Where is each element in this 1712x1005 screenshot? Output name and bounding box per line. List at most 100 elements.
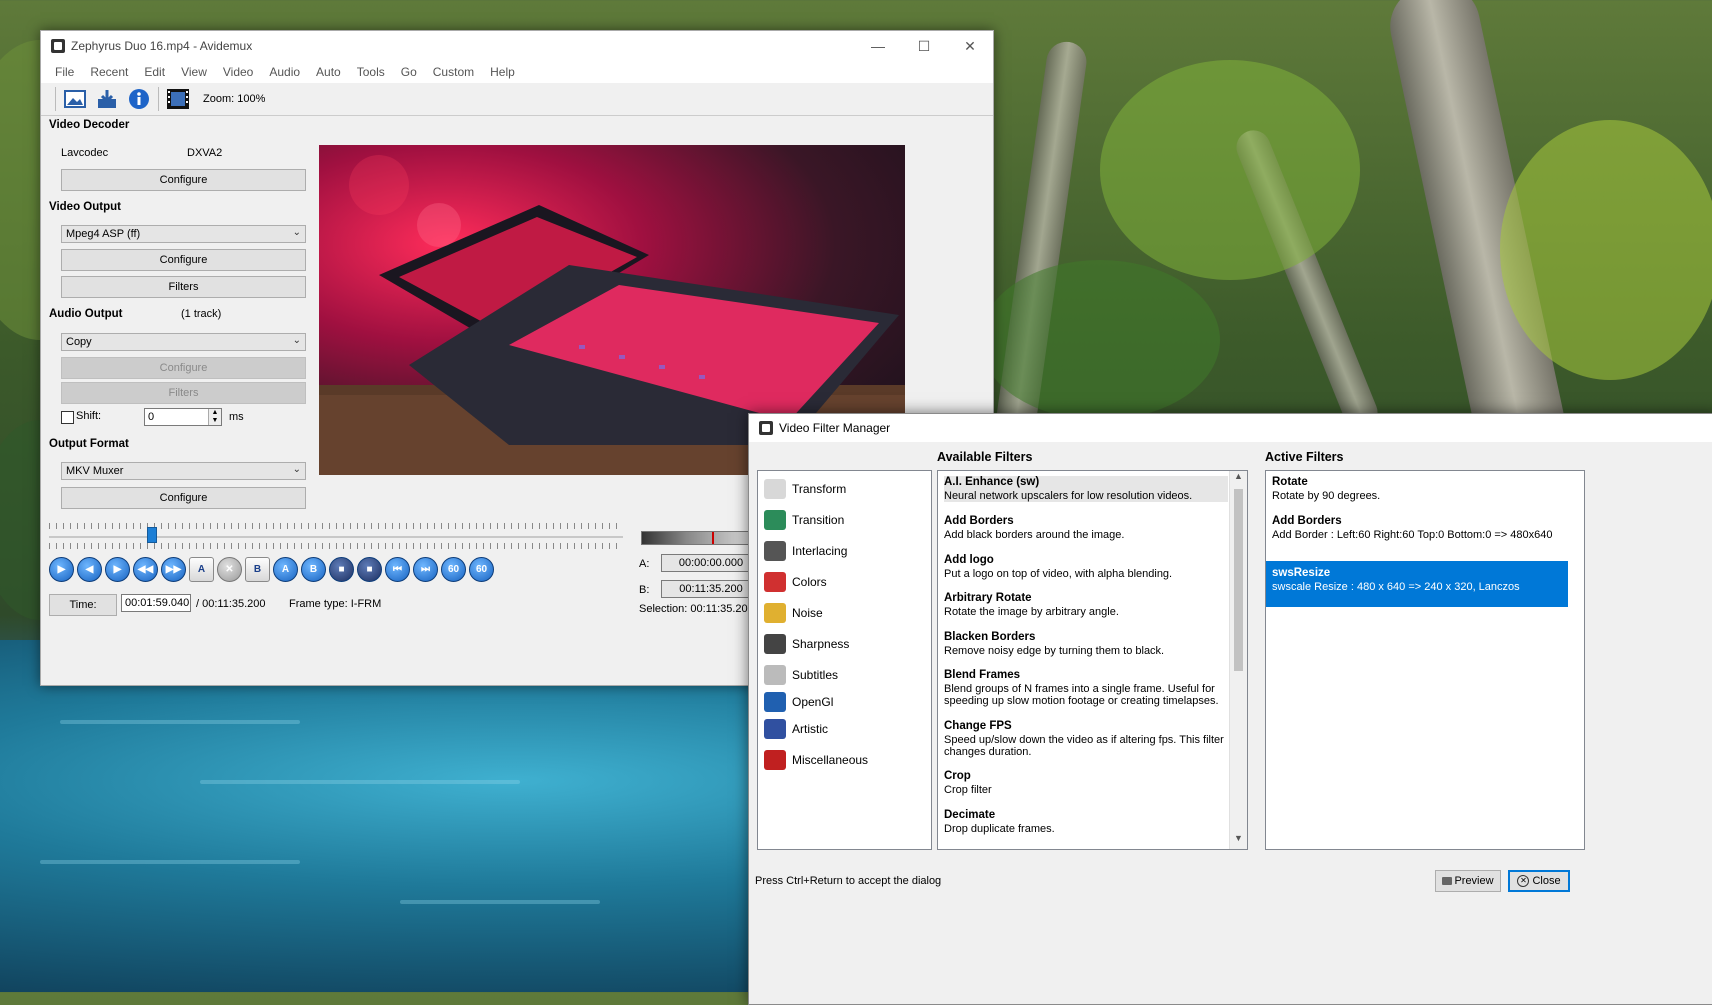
goto-end-button[interactable]: ⏭ (413, 557, 438, 582)
timeline-slider[interactable] (49, 523, 623, 549)
active-filter-item[interactable]: Rotate Rotate by 90 degrees. (1272, 476, 1562, 502)
available-filter-item[interactable]: Add logo Put a logo on top of video, with… (944, 554, 1228, 580)
zoom-label: Zoom: 100% (203, 93, 266, 105)
available-filter-item[interactable]: Crop Crop filter (944, 770, 1228, 796)
video-output-button[interactable] (165, 86, 191, 112)
available-list-scrollbar[interactable]: ▲ ▼ (1229, 471, 1247, 849)
category-subtitles[interactable]: Subtitles (764, 664, 838, 686)
chevron-down-icon: ⌄ (292, 335, 301, 346)
maximize-button[interactable]: ☐ (901, 31, 947, 61)
menu-recent[interactable]: Recent (82, 65, 136, 79)
category-noise[interactable]: Noise (764, 602, 823, 624)
preview-label: Preview (1454, 875, 1494, 887)
category-opengl[interactable]: OpenGl (764, 691, 833, 713)
open-file-button[interactable] (62, 86, 88, 112)
available-filter-item[interactable]: A.I. Enhance (sw) Neural network upscaler… (944, 476, 1228, 502)
minimize-button[interactable]: — (855, 31, 901, 61)
output-muxer-select[interactable]: MKV Muxer ⌄ (61, 462, 306, 480)
title-bar[interactable]: Zephyrus Duo 16.mp4 - Avidemux — ☐ ✕ (41, 31, 993, 61)
save-file-button[interactable] (94, 86, 120, 112)
category-interlacing[interactable]: Interlacing (764, 540, 847, 562)
available-filter-item[interactable]: Add Borders Add black borders around the … (944, 515, 1228, 541)
menu-custom[interactable]: Custom (425, 65, 482, 79)
slider-ticks-bottom (49, 543, 623, 549)
output-muxer-value: MKV Muxer (66, 465, 124, 477)
menu-view[interactable]: View (173, 65, 215, 79)
rewind-button[interactable]: ◀ (77, 557, 102, 582)
category-transition[interactable]: Transition (764, 509, 844, 531)
menu-tools[interactable]: Tools (349, 65, 393, 79)
goto-start-icon: ⏮ (393, 564, 402, 575)
decoder-configure-button[interactable]: Configure (61, 169, 306, 191)
prev-black-frame-button[interactable]: ■ (329, 557, 354, 582)
close-window-button[interactable]: ✕ (947, 31, 993, 61)
category-sharpness[interactable]: Sharpness (764, 633, 849, 655)
set-marker-a-icon: A (197, 564, 206, 575)
next-keyframe-icon: ▶▶ (165, 564, 182, 575)
audio-filters-button[interactable]: Filters (61, 382, 306, 404)
available-filter-item[interactable]: Change FPS Speed up/slow down the video a… (944, 720, 1228, 758)
category-colors[interactable]: Colors (764, 571, 827, 593)
active-filter-item[interactable]: swsResize swscale Resize : 480 x 640 => 2… (1266, 561, 1568, 607)
goto-marker-b-icon: B (309, 564, 318, 575)
output-format-title: Output Format (49, 438, 129, 450)
preview-button[interactable]: Preview (1435, 870, 1501, 892)
shift-checkbox[interactable] (61, 411, 74, 424)
current-time-input[interactable]: 00:01:59.040 (121, 594, 191, 612)
open-image-icon (64, 90, 86, 108)
marker-a-label: A: (639, 558, 650, 570)
slider-thumb[interactable] (147, 527, 157, 543)
close-label: Close (1532, 875, 1561, 887)
forward-button[interactable]: ▶ (105, 557, 130, 582)
properties-button[interactable] (126, 86, 152, 112)
next-black-frame-button[interactable]: ■ (357, 557, 382, 582)
category-transform[interactable]: Transform (764, 478, 846, 500)
menu-help[interactable]: Help (482, 65, 523, 79)
audio-codec-select[interactable]: Copy ⌄ (61, 333, 306, 351)
menu-auto[interactable]: Auto (308, 65, 349, 79)
scroll-thumb[interactable] (1234, 489, 1243, 671)
available-filter-item[interactable]: Decimate Drop duplicate frames. (944, 809, 1228, 835)
marker-b-field[interactable]: 00:11:35.200 (661, 580, 761, 598)
filter-description: Neural network upscalers for low resolut… (944, 490, 1193, 502)
scroll-down-icon[interactable]: ▼ (1230, 833, 1247, 849)
scroll-up-icon[interactable]: ▲ (1230, 471, 1247, 487)
back-60-button[interactable]: 60 (441, 557, 466, 582)
goto-marker-b-button[interactable]: B (301, 557, 326, 582)
goto-start-button[interactable]: ⏮ (385, 557, 410, 582)
category-artistic[interactable]: Artistic (764, 718, 828, 740)
time-button[interactable]: Time: (49, 594, 117, 616)
available-filter-item[interactable]: Blend Frames Blend groups of N frames int… (944, 669, 1228, 707)
category-miscellaneous[interactable]: Miscellaneous (764, 749, 868, 771)
shift-spinbox[interactable]: 0 ▲ ▼ (144, 408, 222, 426)
audio-configure-button[interactable]: Configure (61, 357, 306, 379)
goto-marker-a-button[interactable]: A (273, 557, 298, 582)
filter-description: swscale Resize : 480 x 640 => 240 x 320,… (1272, 581, 1520, 593)
video-configure-button[interactable]: Configure (61, 249, 306, 271)
close-button[interactable]: ✕ Close (1508, 870, 1570, 892)
delete-button[interactable]: ✕ (217, 557, 242, 582)
active-filter-item[interactable]: Add Borders Add Border : Left:60 Right:60… (1272, 515, 1562, 541)
marker-a-field[interactable]: 00:00:00.000 (661, 554, 761, 572)
available-filter-item[interactable]: Blacken Borders Remove noisy edge by turn… (944, 631, 1228, 657)
forward-60-button[interactable]: 60 (469, 557, 494, 582)
back-keyframe-button[interactable]: ◀◀ (133, 557, 158, 582)
spin-arrows-icon[interactable]: ▲ ▼ (208, 409, 221, 425)
filter-manager-title-bar[interactable]: Video Filter Manager (749, 414, 1712, 442)
filter-description: Drop duplicate frames. (944, 823, 1055, 835)
menu-go[interactable]: Go (393, 65, 425, 79)
menu-audio[interactable]: Audio (261, 65, 308, 79)
video-codec-select[interactable]: Mpeg4 ASP (ff) ⌄ (61, 225, 306, 243)
menu-video[interactable]: Video (215, 65, 261, 79)
play-button[interactable]: ▶ (49, 557, 74, 582)
set-marker-a-button[interactable]: A (189, 557, 214, 582)
muxer-configure-button[interactable]: Configure (61, 487, 306, 509)
video-filters-button[interactable]: Filters (61, 276, 306, 298)
menu-file[interactable]: File (47, 65, 82, 79)
set-marker-b-button[interactable]: B (245, 557, 270, 582)
miscellaneous-icon (764, 750, 786, 770)
next-keyframe-button[interactable]: ▶▶ (161, 557, 186, 582)
menu-edit[interactable]: Edit (136, 65, 173, 79)
available-filter-item[interactable]: Arbitrary Rotate Rotate the image by arbi… (944, 592, 1228, 618)
menu-bar: File Recent Edit View Video Audio Auto T… (41, 61, 993, 83)
